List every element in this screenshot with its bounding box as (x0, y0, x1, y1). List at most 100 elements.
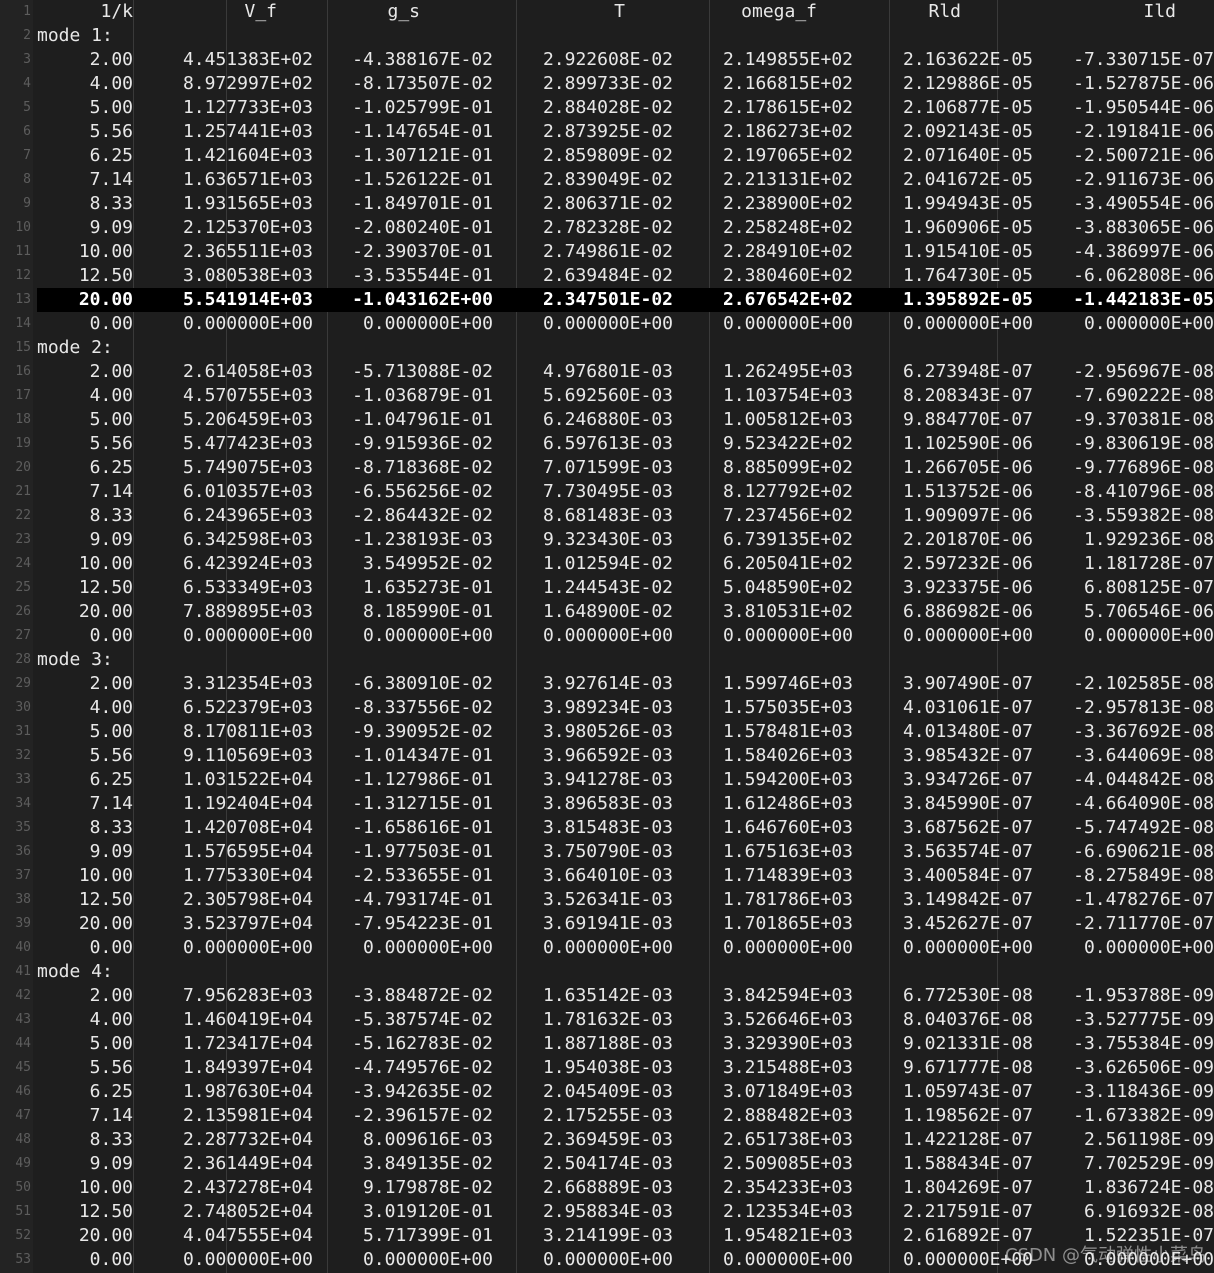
data-cell: 6.916932E-08 (1083, 1201, 1214, 1222)
data-line[interactable]: 9.09 6.342598E+03 -1.238193E-03 9.323430E-0… (37, 528, 1214, 552)
data-cell: 3.019120E-01 (362, 1201, 493, 1222)
data-line[interactable]: 5.00 1.127733E+03 -1.025799E-01 2.884028E-0… (37, 96, 1214, 120)
data-line[interactable]: 5.56 1.257441E+03 -1.147654E-01 2.873925E-0… (37, 120, 1214, 144)
line-number: 6 (23, 124, 31, 139)
data-line[interactable]: 6.25 1.421604E+03 -1.307121E-01 2.859809E-0… (37, 144, 1214, 168)
data-cell: 1.887188E-03 (542, 1033, 673, 1054)
data-line[interactable]: 0.00 0.000000E+00 0.000000E+00 0.000000E+00… (37, 624, 1214, 648)
data-line[interactable]: 20.00 5.541914E+03 -1.043162E+00 2.347501E-… (37, 288, 1214, 312)
data-cell: 1.636571E+03 (182, 169, 313, 190)
text-editor[interactable]: 1 2 3 4 5 6 7 8 9 10 11 12 13 14 15 16 17 18 19 20 21 22 23 24 2… (0, 0, 1214, 1273)
data-line[interactable]: 5.56 9.110569E+03 -1.014347E-01 3.966592E-0… (37, 744, 1214, 768)
data-cell: 3.526646E+03 (722, 1009, 853, 1030)
data-cell: -3.644069E-08 (1073, 745, 1214, 766)
data-line[interactable]: 8.33 2.287732E+04 8.009616E-03 2.369459E-03… (37, 1128, 1214, 1152)
data-line[interactable]: 5.56 1.849397E+04 -4.749576E-02 1.954038E-0… (37, 1056, 1214, 1080)
data-line[interactable]: 4.00 4.570755E+03 -1.036879E-01 5.692560E-0… (37, 384, 1214, 408)
line-number: 15 (15, 340, 31, 355)
data-cell: -1.977503E-01 (352, 841, 493, 862)
editor-text-area[interactable]: 1/k V_f g_s Tomega_f Rld Ild mode 1: 2.00 4.4513… (37, 0, 1214, 1273)
data-line[interactable]: 20.00 3.523797E+04 -7.954223E-01 3.691941E-… (37, 912, 1214, 936)
line-number: 14 (15, 316, 31, 331)
data-line[interactable]: 8.33 1.420708E+04 -1.658616E-01 3.815483E-0… (37, 816, 1214, 840)
data-line[interactable]: 7.14 1.192404E+04 -1.312715E-01 3.896583E-0… (37, 792, 1214, 816)
data-line[interactable]: 2.00 7.956283E+03 -3.884872E-02 1.635142E-0… (37, 984, 1214, 1008)
data-line[interactable]: 10.00 1.775330E+04 -2.533655E-01 3.664010E-… (37, 864, 1214, 888)
mode-label-line[interactable]: mode 1: (37, 24, 1214, 48)
data-cell: 3.664010E-03 (542, 865, 673, 886)
data-line[interactable]: 5.00 5.206459E+03 -1.047961E-01 6.246880E-0… (37, 408, 1214, 432)
data-line[interactable]: 8.33 1.931565E+03 -1.849701E-01 2.806371E-0… (37, 192, 1214, 216)
data-cell: 1.576595E+04 (182, 841, 313, 862)
data-line[interactable]: 12.50 6.533349E+03 1.635273E-01 1.244543E-0… (37, 576, 1214, 600)
data-cell: 3.907490E-07 (902, 673, 1033, 694)
data-cell: 7.702529E-09 (1083, 1153, 1214, 1174)
data-cell: 1.460419E+04 (182, 1009, 313, 1030)
data-cell: -9.370381E-08 (1073, 409, 1214, 430)
data-line[interactable]: 20.00 7.889895E+03 8.185990E-01 1.648900E-0… (37, 600, 1214, 624)
data-cell: 7.14 (89, 1105, 133, 1126)
data-line[interactable]: 9.09 1.576595E+04 -1.977503E-01 3.750790E-0… (37, 840, 1214, 864)
data-cell: 2.922608E-02 (542, 49, 673, 70)
mode-label-line[interactable]: mode 2: (37, 336, 1214, 360)
data-line[interactable]: 12.50 2.748052E+04 3.019120E-01 2.958834E-0… (37, 1200, 1214, 1224)
data-line[interactable]: 6.25 1.031522E+04 -1.127986E-01 3.941278E-0… (37, 768, 1214, 792)
data-cell: 6.25 (89, 769, 133, 790)
data-cell: 1.198562E-07 (902, 1105, 1033, 1126)
line-number: 20 (15, 460, 31, 475)
data-line[interactable]: 5.00 8.170811E+03 -9.390952E-02 3.980526E-0… (37, 720, 1214, 744)
data-line[interactable]: 12.50 2.305798E+04 -4.793174E-01 3.526341E-… (37, 888, 1214, 912)
line-number: 50 (15, 1180, 31, 1195)
mode-label: mode 4: (37, 961, 113, 982)
data-line[interactable]: 4.00 6.522379E+03 -8.337556E-02 3.989234E-0… (37, 696, 1214, 720)
data-cell: 5.749075E+03 (182, 457, 313, 478)
data-cell: -6.062808E-06 (1073, 265, 1214, 286)
data-cell: 2.149855E+02 (722, 49, 853, 70)
data-line[interactable]: 12.50 3.080538E+03 -3.535544E-01 2.639484E-… (37, 264, 1214, 288)
data-cell: 3.526341E-03 (542, 889, 673, 910)
data-line[interactable]: 6.25 1.987630E+04 -3.942635E-02 2.045409E-0… (37, 1080, 1214, 1104)
data-line[interactable]: 9.09 2.361449E+04 3.849135E-02 2.504174E-03… (37, 1152, 1214, 1176)
data-line[interactable]: 0.00 0.000000E+00 0.000000E+00 0.000000E+00… (37, 312, 1214, 336)
data-line[interactable]: 6.25 5.749075E+03 -8.718368E-02 7.071599E-0… (37, 456, 1214, 480)
data-cell: 1.701865E+03 (722, 913, 853, 934)
watermark: CSDN @气动弹性小菜鸟 (1004, 1245, 1206, 1266)
data-line[interactable]: 4.00 8.972997E+02 -8.173507E-02 2.899733E-0… (37, 72, 1214, 96)
data-cell: 2.135981E+04 (182, 1105, 313, 1126)
data-cell: -9.915936E-02 (352, 433, 493, 454)
data-line[interactable]: 4.00 1.460419E+04 -5.387574E-02 1.781632E-0… (37, 1008, 1214, 1032)
data-cell: 3.941278E-03 (542, 769, 673, 790)
line-number: 21 (15, 484, 31, 499)
line-number: 1 (23, 4, 31, 19)
data-line[interactable]: 5.00 1.723417E+04 -5.162783E-02 1.887188E-0… (37, 1032, 1214, 1056)
data-line[interactable]: 8.33 6.243965E+03 -2.864432E-02 8.681483E-0… (37, 504, 1214, 528)
line-number: 44 (15, 1036, 31, 1051)
mode-label-line[interactable]: mode 4: (37, 960, 1214, 984)
data-cell: 3.985432E-07 (902, 745, 1033, 766)
data-line[interactable]: 2.00 3.312354E+03 -6.380910E-02 3.927614E-0… (37, 672, 1214, 696)
data-line[interactable]: 9.09 2.125370E+03 -2.080240E-01 2.782328E-0… (37, 216, 1214, 240)
data-line[interactable]: 2.00 4.451383E+02 -4.388167E-02 2.922608E-0… (37, 48, 1214, 72)
data-line[interactable]: 10.00 2.365511E+03 -2.390370E-01 2.749861E-… (37, 240, 1214, 264)
data-cell: 10.00 (78, 553, 133, 574)
data-cell: 3.810531E+02 (722, 601, 853, 622)
data-line[interactable]: 10.00 2.437278E+04 9.179878E-02 2.668889E-0… (37, 1176, 1214, 1200)
data-cell: 2.106877E-05 (902, 97, 1033, 118)
data-line[interactable]: 7.14 6.010357E+03 -6.556256E-02 7.730495E-0… (37, 480, 1214, 504)
data-line[interactable]: 5.56 5.477423E+03 -9.915936E-02 6.597613E-0… (37, 432, 1214, 456)
data-cell: -3.118436E-09 (1073, 1081, 1214, 1102)
mode-label-line[interactable]: mode 3: (37, 648, 1214, 672)
data-line[interactable]: 10.00 6.423924E+03 3.549952E-02 1.012594E-0… (37, 552, 1214, 576)
data-cell: -1.036879E-01 (352, 385, 493, 406)
data-cell: 5.00 (89, 1033, 133, 1054)
data-cell: 0.000000E+00 (182, 937, 313, 958)
header-line[interactable]: 1/k V_f g_s Tomega_f Rld Ild (37, 0, 1214, 24)
data-cell: 5.56 (89, 1057, 133, 1078)
data-line[interactable]: 7.14 2.135981E+04 -2.396157E-02 2.175255E-0… (37, 1104, 1214, 1128)
data-cell: 9.09 (89, 1153, 133, 1174)
data-line[interactable]: 7.14 1.636571E+03 -1.526122E-01 2.839049E-0… (37, 168, 1214, 192)
data-line[interactable]: 0.00 0.000000E+00 0.000000E+00 0.000000E+00… (37, 936, 1214, 960)
data-cell: 2.071640E-05 (902, 145, 1033, 166)
mode-label: mode 3: (37, 649, 113, 670)
data-line[interactable]: 2.00 2.614058E+03 -5.713088E-02 4.976801E-0… (37, 360, 1214, 384)
